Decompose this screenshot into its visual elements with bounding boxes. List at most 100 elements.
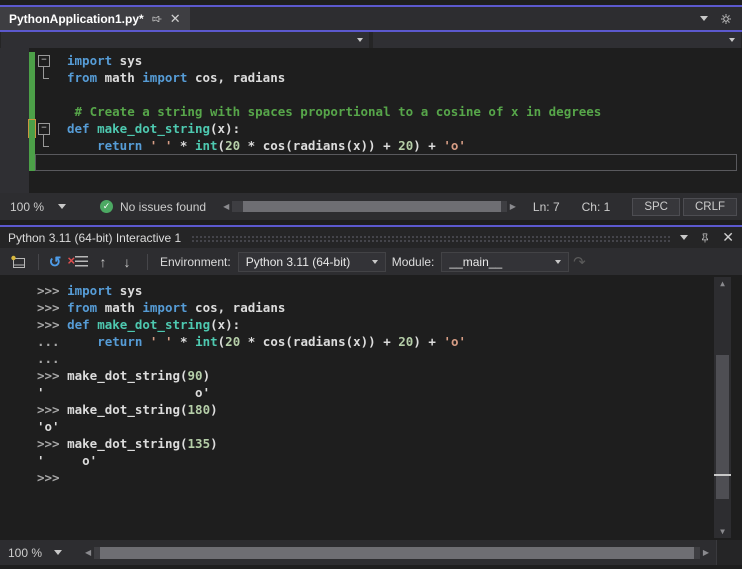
code-line[interactable]: >>> make_dot_string(180) [37, 401, 742, 418]
code-line[interactable]: from math import cos, radians [0, 67, 742, 86]
scroll-right-icon[interactable]: ▶ [507, 202, 519, 211]
environment-value: Python 3.11 (64-bit) [245, 254, 351, 269]
module-value: __main__ [449, 254, 503, 269]
repl-zoom-value: 100 % [8, 545, 43, 560]
tab-close-icon[interactable]: ✕ [170, 12, 181, 25]
breakpoint-margin[interactable] [0, 52, 29, 69]
issues-text: No issues found [120, 199, 207, 214]
chevron-down-icon [357, 38, 363, 42]
history-next-icon[interactable]: ↓ [117, 253, 137, 271]
chevron-down-icon [54, 550, 63, 555]
open-interactive-window-icon[interactable] [8, 253, 28, 271]
issues-indicator[interactable]: ✓ No issues found [100, 200, 206, 214]
breakpoint-margin[interactable] [0, 120, 29, 137]
repl-horizontal-scrollbar[interactable]: ◀ ▶ [82, 546, 712, 559]
window-bottom-edge [0, 565, 742, 569]
indent-mode-toggle[interactable]: SPC [632, 197, 680, 216]
scrollbar-thumb[interactable] [100, 546, 694, 559]
chevron-down-icon [555, 259, 562, 264]
chevron-down-icon [729, 38, 735, 42]
tab-strip-spacer [190, 7, 700, 30]
navigation-bar [0, 32, 742, 48]
scroll-left-icon[interactable]: ◀ [82, 548, 94, 557]
panel-pin-icon[interactable] [699, 232, 711, 244]
code-line[interactable]: >>> [37, 469, 742, 486]
code-line[interactable]: >>> make_dot_string(135) [37, 435, 742, 452]
gear-icon[interactable] [720, 13, 732, 25]
code-line[interactable]: ' o' [37, 384, 742, 401]
reset-repl-icon[interactable]: ↺ [45, 253, 65, 271]
fold-margin [35, 86, 51, 103]
environment-label: Environment: [160, 254, 231, 269]
code-line[interactable]: def make_dot_string(x): [0, 120, 742, 137]
repl-zoom-control[interactable]: 100 % [0, 546, 78, 560]
tab-title: PythonApplication1.py* [9, 11, 144, 26]
panel-menu-chevron-icon[interactable] [680, 235, 689, 240]
interactive-repl[interactable]: >>> import sys >>> from math import cos, … [0, 275, 742, 540]
clear-screen-icon[interactable] [68, 253, 89, 271]
code-line[interactable]: ' o' [37, 452, 742, 469]
module-label: Module: [391, 254, 435, 269]
code-line[interactable]: ... return ' ' * int(20 * cos(radians(x)… [37, 333, 742, 350]
breakpoint-margin[interactable] [0, 69, 29, 86]
scrollbar-thumb[interactable] [243, 201, 502, 212]
interactive-panel-title-bar[interactable]: Python 3.11 (64-bit) Interactive 1 ✕ [0, 227, 742, 248]
panel-close-icon[interactable]: ✕ [722, 229, 734, 246]
scroll-left-icon[interactable]: ◀ [220, 202, 232, 211]
fold-margin [35, 103, 51, 120]
editor-zoom-value: 100 % [10, 199, 45, 214]
pin-icon[interactable] [151, 13, 163, 25]
code-editor[interactable]: import sysfrom math import cos, radians … [0, 48, 742, 193]
breakpoint-margin[interactable] [0, 86, 29, 103]
code-line[interactable]: >>> from math import cos, radians [37, 299, 742, 316]
code-line[interactable] [0, 154, 742, 171]
document-tab-strip: PythonApplication1.py* ✕ [0, 7, 742, 30]
breakpoint-margin[interactable] [0, 154, 29, 171]
toolbar-separator [38, 253, 39, 270]
repl-bottom-bar: 100 % ◀ ▶ [0, 540, 742, 565]
breakpoint-margin[interactable] [0, 103, 29, 120]
fold-margin [35, 135, 51, 154]
toolbar-separator [147, 253, 148, 270]
chevron-down-icon [58, 204, 67, 209]
vs-window: PythonApplication1.py* ✕ − import sys fr… [0, 0, 742, 569]
column-indicator: Ch: 1 [581, 199, 611, 214]
editor-status-bar: 100 % ✓ No issues found ◀ ▶ Ln: 7 Ch: 1 … [0, 193, 742, 220]
chevron-down-icon [371, 259, 378, 264]
code-line[interactable]: >>> make_dot_string(90) [37, 367, 742, 384]
repl-vertical-scrollbar[interactable]: ▲ ▼ [714, 277, 731, 538]
scroll-down-icon[interactable]: ▼ [714, 527, 731, 536]
tab-pythonapplication1[interactable]: PythonApplication1.py* ✕ [0, 7, 190, 30]
environment-dropdown[interactable]: Python 3.11 (64-bit) [237, 251, 386, 272]
editor-zoom-control[interactable]: 100 % [0, 200, 86, 214]
drag-grip[interactable] [191, 234, 673, 243]
breakpoint-margin[interactable] [0, 137, 29, 154]
code-line[interactable]: ... [37, 350, 742, 367]
code-line[interactable]: # Create a string with spaces proportion… [0, 103, 742, 120]
check-circle-icon: ✓ [100, 200, 113, 213]
send-to-interactive-icon: ↷ [573, 253, 586, 271]
scrollbar-track[interactable] [94, 546, 700, 559]
scrollbar-track[interactable] [232, 201, 507, 212]
code-line[interactable]: >>> import sys [37, 282, 742, 299]
fold-margin [35, 67, 51, 86]
code-line[interactable]: return ' ' * int(20 * cos(radians(x)) + … [0, 135, 742, 154]
code-line[interactable]: >>> def make_dot_string(x): [37, 316, 742, 333]
code-line[interactable]: 'o' [37, 418, 742, 435]
scroll-right-icon[interactable]: ▶ [700, 548, 712, 557]
window-list-chevron-icon[interactable] [700, 16, 708, 21]
fold-margin [36, 155, 52, 170]
code-line[interactable]: import sys [0, 52, 742, 69]
type-dropdown[interactable] [1, 32, 369, 48]
scrollbar-thumb[interactable] [714, 355, 731, 499]
scroll-up-icon[interactable]: ▲ [714, 279, 731, 288]
editor-horizontal-scrollbar[interactable]: ◀ ▶ [220, 201, 519, 212]
code-line[interactable] [0, 86, 742, 103]
history-previous-icon[interactable]: ↑ [93, 253, 113, 271]
member-dropdown[interactable] [373, 32, 741, 48]
interactive-toolbar: ↺ ↑ ↓ Environment: Python 3.11 (64-bit) … [0, 248, 742, 275]
scrollbar-corner [716, 540, 742, 565]
panel-title-text: Python 3.11 (64-bit) Interactive 1 [8, 230, 182, 245]
line-ending-toggle[interactable]: CRLF [682, 197, 737, 216]
module-dropdown[interactable]: __main__ [441, 251, 570, 272]
